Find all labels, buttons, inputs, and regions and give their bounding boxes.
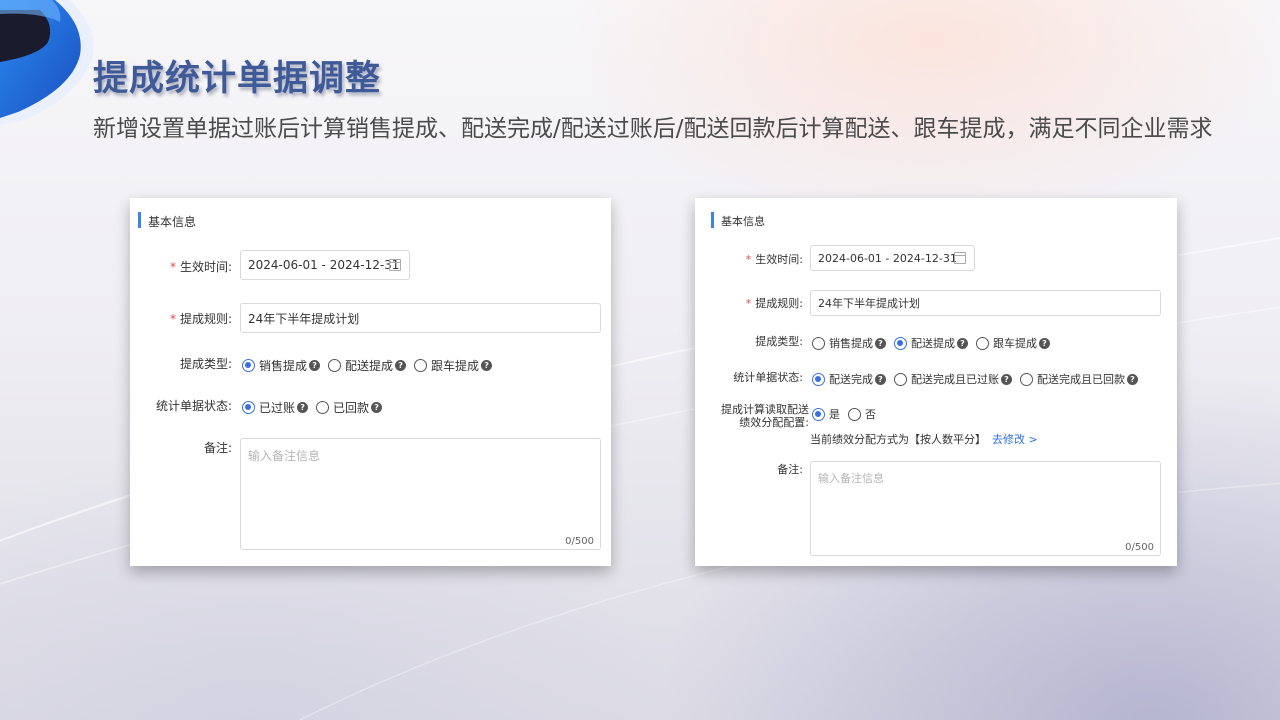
form-panel-right: 基本信息 * 生效时间: 2024-06-01 - 2024-12-31 * 提成规…	[695, 198, 1177, 566]
date-range-value: 2024-06-01 - 2024-12-31	[818, 251, 957, 265]
effective-time-label: * 生效时间:	[169, 260, 232, 274]
question-circle-icon[interactable]: ?	[1039, 337, 1050, 349]
type-label: 提成类型:	[179, 357, 232, 371]
radio-unselected-icon	[328, 359, 342, 372]
radio-no[interactable]: 否	[848, 406, 876, 422]
radio-selected-icon	[894, 336, 907, 350]
question-circle-icon[interactable]: ?	[1127, 373, 1138, 385]
slide-title: 提成统计单据调整	[93, 59, 382, 99]
allocation-note: 当前绩效分配方式为【按人数平分】 去修改 >	[810, 433, 1038, 446]
remark-placeholder: 输入备注信息	[248, 449, 321, 463]
radio-delivery-commission[interactable]: 配送提成?	[328, 357, 407, 374]
radio-escort-commission[interactable]: 跟车提成?	[414, 357, 493, 374]
remark-label: 备注:	[203, 441, 232, 455]
rule-label: * 提成规则:	[169, 312, 232, 326]
type-radio-group: 销售提成? 配送提成? 跟车提成?	[242, 357, 500, 374]
question-circle-icon[interactable]: ?	[395, 360, 407, 371]
date-range-value: 2024-06-01 - 2024-12-31	[248, 258, 400, 272]
type-radio-group: 销售提成? 配送提成? 跟车提成?	[812, 335, 1058, 351]
radio-unselected-icon	[812, 336, 825, 350]
rule-input[interactable]: 24年下半年提成计划	[240, 303, 601, 333]
remark-label: 备注:	[777, 463, 803, 476]
edit-link[interactable]: 去修改 >	[992, 433, 1038, 446]
calendar-icon	[389, 259, 401, 271]
radio-delivery-done[interactable]: 配送完成?	[812, 371, 886, 387]
radio-unselected-icon	[316, 401, 330, 414]
radio-delivery-done-paid[interactable]: 配送完成且已回款?	[1020, 371, 1138, 387]
radio-yes[interactable]: 是	[812, 406, 840, 422]
effective-time-picker[interactable]: 2024-06-01 - 2024-12-31	[240, 250, 410, 280]
section-title: 基本信息	[137, 212, 197, 229]
radio-paid[interactable]: 已回款?	[316, 399, 383, 416]
radio-unselected-icon	[894, 372, 907, 386]
status-radio-group: 配送完成? 配送完成且已过账? 配送完成且已回款?	[812, 371, 1146, 387]
form-panel-left: 基本信息 * 生效时间: 2024-06-01 - 2024-12-31 * 提成规…	[130, 198, 611, 566]
question-circle-icon[interactable]: ?	[297, 402, 309, 413]
question-circle-icon[interactable]: ?	[309, 360, 321, 371]
question-circle-icon[interactable]: ?	[371, 402, 383, 413]
remark-textarea[interactable]: 输入备注信息 0/500	[810, 461, 1161, 556]
radio-unselected-icon	[848, 407, 861, 421]
rule-input[interactable]: 24年下半年提成计划	[810, 290, 1161, 316]
radio-unselected-icon	[414, 359, 428, 372]
rule-label: * 提成规则:	[745, 297, 803, 310]
radio-escort-commission[interactable]: 跟车提成?	[976, 335, 1050, 351]
question-circle-icon[interactable]: ?	[481, 360, 493, 371]
question-circle-icon[interactable]: ?	[957, 337, 968, 349]
char-counter: 0/500	[565, 536, 594, 547]
status-label: 统计单据状态:	[155, 399, 232, 413]
status-radio-group: 已过账? 已回款?	[242, 399, 390, 416]
read-config-label: 提成计算读取配送 绩效分配配置:	[721, 403, 809, 429]
radio-selected-icon	[242, 401, 255, 414]
slide-subtitle: 新增设置单据过账后计算销售提成、配送完成/配送过账后/配送回款后计算配送、跟车提…	[93, 116, 1213, 142]
char-counter: 0/500	[1125, 542, 1154, 553]
calendar-icon	[954, 252, 966, 264]
radio-unselected-icon	[976, 336, 989, 350]
radio-sales-commission[interactable]: 销售提成?	[242, 357, 321, 374]
question-circle-icon[interactable]: ?	[1001, 373, 1012, 385]
remark-textarea[interactable]: 输入备注信息 0/500	[240, 438, 601, 550]
question-circle-icon[interactable]: ?	[875, 373, 886, 385]
effective-time-label: * 生效时间:	[745, 253, 803, 266]
radio-sales-commission[interactable]: 销售提成?	[812, 335, 886, 351]
radio-selected-icon	[242, 359, 255, 372]
remark-placeholder: 输入备注信息	[818, 472, 884, 485]
status-label: 统计单据状态:	[733, 371, 803, 384]
radio-delivery-done-posted[interactable]: 配送完成且已过账?	[894, 371, 1012, 387]
effective-time-picker[interactable]: 2024-06-01 - 2024-12-31	[810, 245, 975, 271]
radio-selected-icon	[812, 407, 825, 421]
radio-posted[interactable]: 已过账?	[242, 399, 309, 416]
section-title: 基本信息	[711, 212, 765, 228]
radio-selected-icon	[812, 372, 825, 386]
radio-unselected-icon	[1020, 372, 1033, 386]
read-config-radio-group: 是 否	[812, 406, 884, 422]
question-circle-icon[interactable]: ?	[875, 337, 886, 349]
radio-delivery-commission[interactable]: 配送提成?	[894, 335, 968, 351]
type-label: 提成类型:	[755, 335, 803, 348]
